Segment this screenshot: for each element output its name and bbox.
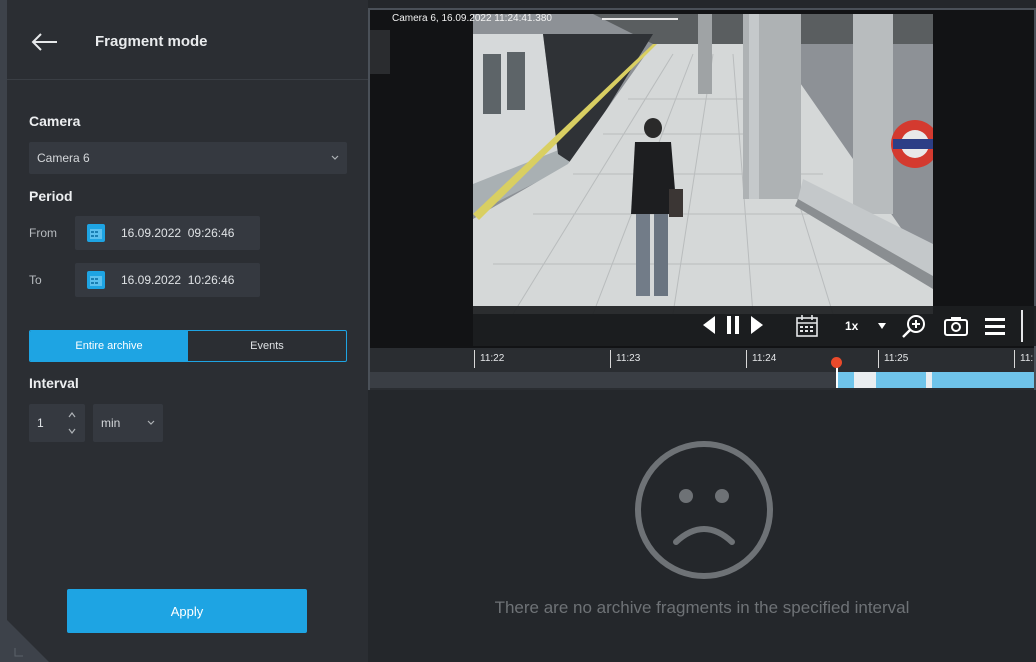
fragment-settings-panel: Fragment mode Camera Camera 6 Period Fro…: [0, 0, 368, 662]
arrow-left-icon[interactable]: [29, 32, 59, 52]
chevron-down-icon: [147, 420, 155, 425]
interval-section-label: Interval: [29, 375, 79, 391]
speed-dropdown-icon[interactable]: [877, 322, 887, 330]
video-frame-image: [473, 14, 933, 314]
pause-icon[interactable]: [725, 314, 741, 336]
timeline-tick: [746, 350, 747, 368]
timeline-tick: [610, 350, 611, 368]
camera-select-value: Camera 6: [37, 151, 90, 165]
chevron-down-icon[interactable]: [67, 426, 77, 436]
interval-unit-value: min: [101, 416, 121, 430]
tab-entire-archive[interactable]: Entire archive: [30, 331, 188, 361]
prev-frame-icon[interactable]: [701, 314, 717, 336]
timeline-tick-label: 11:: [1020, 353, 1034, 364]
calendar-icon[interactable]: [795, 314, 819, 338]
chevron-down-icon: [331, 155, 339, 160]
calendar-icon[interactable]: [87, 224, 105, 242]
sad-face-icon: [635, 441, 773, 579]
panel-header: Fragment mode: [7, 0, 368, 80]
interval-unit-select[interactable]: min: [93, 404, 163, 442]
archive-timeline[interactable]: 11:22 11:23 11:24 11:25 11:: [370, 348, 1034, 390]
from-datetime-field[interactable]: 16.09.2022 09:26:46: [75, 216, 260, 250]
app-window: Fragment mode Camera Camera 6 Period Fro…: [0, 0, 1036, 662]
archive-gap: [926, 372, 932, 388]
empty-state-message: There are no archive fragments in the sp…: [494, 598, 910, 617]
interval-stepper[interactable]: 1: [29, 404, 85, 442]
video-player[interactable]: Camera 6, 16.09.2022 11:24:41.380 1x 11:…: [368, 8, 1036, 390]
apply-button[interactable]: Apply: [67, 589, 307, 633]
to-label: To: [29, 273, 42, 287]
from-label: From: [29, 226, 57, 240]
timeline-tick-label: 11:25: [884, 353, 909, 364]
archive-gap: [854, 372, 876, 388]
interval-value: 1: [37, 416, 44, 430]
video-side-strip: [370, 30, 390, 74]
overlay-underline: [602, 18, 678, 20]
chevron-up-icon[interactable]: [67, 410, 77, 420]
timeline-tick-label: 11:24: [752, 353, 777, 364]
timeline-tick-label: 11:22: [480, 353, 505, 364]
camera-timestamp-overlay: Camera 6, 16.09.2022 11:24:41.380: [392, 13, 552, 24]
to-datetime-field[interactable]: 16.09.2022 10:26:46: [75, 263, 260, 297]
calendar-icon[interactable]: [87, 271, 105, 289]
snapshot-icon[interactable]: [943, 314, 969, 338]
timeline-tick-label: 11:23: [616, 353, 641, 364]
zoom-in-icon[interactable]: [901, 314, 927, 340]
timeline-tick: [474, 350, 475, 368]
controls-divider: [1021, 310, 1023, 342]
archive-mode-toggle: Entire archive Events: [29, 330, 347, 362]
timeline-tick: [878, 350, 879, 368]
next-frame-icon[interactable]: [749, 314, 765, 336]
camera-select[interactable]: Camera 6: [29, 142, 347, 174]
playback-speed[interactable]: 1x: [845, 319, 858, 333]
resize-grip-icon[interactable]: [7, 620, 49, 662]
page-title: Fragment mode: [95, 33, 208, 50]
to-datetime-value: 16.09.2022 10:26:46: [121, 273, 235, 287]
tab-events[interactable]: Events: [188, 331, 346, 361]
timeline-tick: [1014, 350, 1015, 368]
menu-icon[interactable]: [983, 314, 1007, 338]
from-datetime-value: 16.09.2022 09:26:46: [121, 226, 235, 240]
camera-section-label: Camera: [29, 113, 81, 129]
playback-controls: 1x: [473, 306, 1036, 346]
period-section-label: Period: [29, 188, 73, 204]
fragments-result-area: There are no archive fragments in the sp…: [368, 390, 1036, 662]
playhead-handle[interactable]: [831, 357, 842, 368]
